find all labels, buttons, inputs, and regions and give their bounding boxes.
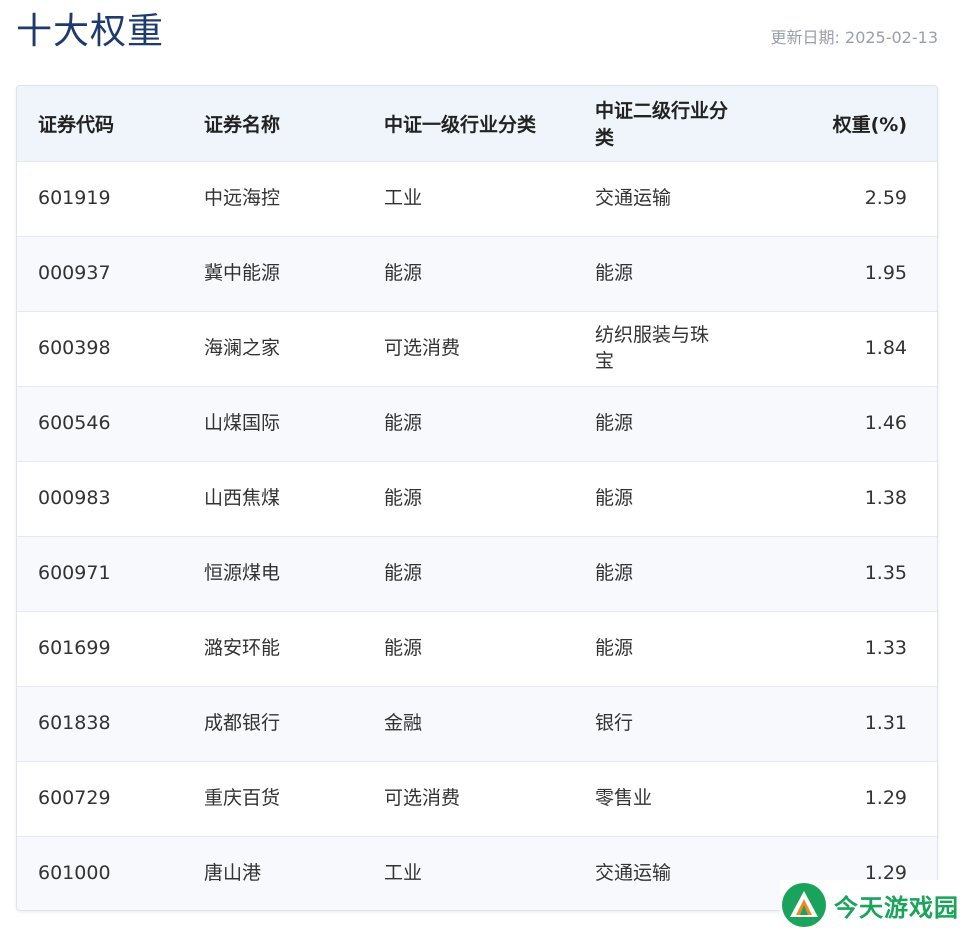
cell-level1-industry: 工业	[384, 861, 423, 884]
cell-weight: 1.46	[864, 411, 907, 434]
cell-name: 山西焦煤	[204, 486, 281, 509]
cell-weight: 1.35	[864, 561, 907, 584]
cell-weight: 1.84	[864, 336, 907, 359]
cell-name: 成都银行	[204, 711, 281, 734]
cell-level2-industry: 交通运输	[595, 186, 672, 209]
update-date: 更新日期: 2025-02-13	[770, 28, 938, 47]
table-row[interactable]: 601919 中远海控 工业 交通运输 2.59	[17, 161, 937, 236]
cell-code: 600398	[38, 336, 111, 359]
cell-code: 600729	[38, 786, 111, 809]
column-header-level2-industry[interactable]: 中证二级行业分类	[574, 86, 734, 161]
cell-level1-industry: 能源	[384, 636, 423, 659]
cell-code: 601699	[38, 636, 111, 659]
cell-level1-industry: 可选消费	[384, 336, 461, 359]
table-row[interactable]: 600398 海澜之家 可选消费 纺织服装与珠宝 1.84	[17, 311, 937, 386]
column-header-name[interactable]: 证券名称	[183, 86, 363, 161]
cell-code: 601000	[38, 861, 111, 884]
top-ten-weights-table: 证券代码 证券名称 中证一级行业分类 中证二级行业分类 权重(%) 601919…	[17, 86, 937, 910]
cell-code: 601838	[38, 711, 111, 734]
cell-weight: 2.59	[864, 186, 907, 209]
table-row[interactable]: 000937 冀中能源 能源 能源 1.95	[17, 236, 937, 311]
cell-level1-industry: 能源	[384, 561, 423, 584]
cell-code: 000983	[38, 486, 111, 509]
cell-code: 600971	[38, 561, 111, 584]
cell-name: 山煤国际	[204, 411, 281, 434]
cell-name: 恒源煤电	[204, 561, 281, 584]
watermark-text: 今天游戏园	[834, 893, 959, 922]
leaf-triangle-logo-icon	[782, 883, 826, 927]
cell-name: 唐山港	[204, 861, 262, 884]
cell-level2-industry: 交通运输	[595, 861, 672, 884]
cell-name: 冀中能源	[204, 261, 281, 284]
cell-weight: 1.29	[864, 786, 907, 809]
table-row[interactable]: 600729 重庆百货 可选消费 零售业 1.29	[17, 761, 937, 836]
cell-level2-industry: 银行	[595, 711, 634, 734]
table-row[interactable]: 600971 恒源煤电 能源 能源 1.35	[17, 536, 937, 611]
page-title: 十大权重	[16, 11, 165, 52]
table-row[interactable]: 601699 潞安环能 能源 能源 1.33	[17, 611, 937, 686]
cell-level1-industry: 能源	[384, 261, 423, 284]
cell-level1-industry: 可选消费	[384, 786, 461, 809]
table-row[interactable]: 601838 成都银行 金融 银行 1.31	[17, 686, 937, 761]
cell-name: 重庆百货	[204, 786, 281, 809]
cell-level1-industry: 能源	[384, 486, 423, 509]
watermark-logo: 今天游戏园	[780, 880, 966, 930]
cell-name: 潞安环能	[204, 636, 281, 659]
cell-weight: 1.33	[864, 636, 907, 659]
cell-level2-industry: 能源	[595, 636, 634, 659]
column-header-code[interactable]: 证券代码	[17, 86, 183, 161]
cell-code: 000937	[38, 261, 111, 284]
cell-weight: 1.38	[864, 486, 907, 509]
cell-weight: 1.31	[864, 711, 907, 734]
weights-table-card: 证券代码 证券名称 中证一级行业分类 中证二级行业分类 权重(%) 601919…	[16, 85, 938, 911]
table-header-row: 证券代码 证券名称 中证一级行业分类 中证二级行业分类 权重(%)	[17, 86, 937, 161]
column-header-level1-industry[interactable]: 中证一级行业分类	[363, 86, 574, 161]
cell-level2-industry: 能源	[595, 561, 634, 584]
cell-level2-industry: 纺织服装与珠宝	[595, 323, 710, 372]
column-header-weight[interactable]: 权重(%)	[734, 86, 937, 161]
cell-code: 600546	[38, 411, 111, 434]
cell-level2-industry: 零售业	[595, 786, 653, 809]
table-row[interactable]: 600546 山煤国际 能源 能源 1.46	[17, 386, 937, 461]
cell-level1-industry: 工业	[384, 186, 423, 209]
cell-level2-industry: 能源	[595, 261, 634, 284]
cell-name: 海澜之家	[204, 336, 281, 359]
cell-level2-industry: 能源	[595, 486, 634, 509]
cell-name: 中远海控	[204, 186, 281, 209]
cell-code: 601919	[38, 186, 111, 209]
cell-weight: 1.95	[864, 261, 907, 284]
table-row[interactable]: 000983 山西焦煤 能源 能源 1.38	[17, 461, 937, 536]
cell-level1-industry: 金融	[384, 711, 423, 734]
cell-level2-industry: 能源	[595, 411, 634, 434]
cell-level1-industry: 能源	[384, 411, 423, 434]
